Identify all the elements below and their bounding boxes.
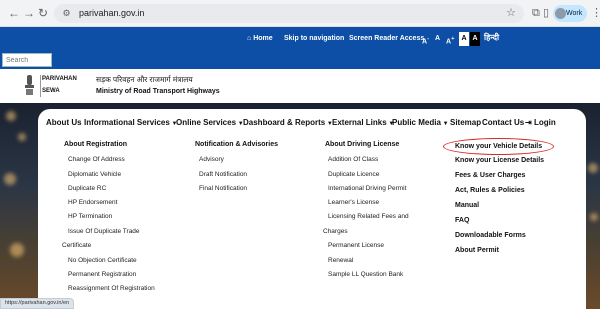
profile-label: Work: [566, 10, 583, 17]
forward-arrow-icon[interactable]: →: [23, 6, 35, 20]
nav-informational-services[interactable]: Informational Services ▼: [84, 117, 177, 130]
font-decrease-button[interactable]: A-: [422, 34, 429, 47]
list-item[interactable]: Advisory: [199, 155, 224, 164]
screen-reader-link[interactable]: Screen Reader Access: [349, 34, 424, 44]
contrast-light-button[interactable]: A: [459, 32, 469, 46]
login-icon: ⇥: [525, 118, 532, 127]
sewa-logo-text: SEWA: [42, 88, 60, 94]
back-arrow-icon[interactable]: ←: [8, 6, 20, 20]
contrast-dark-button[interactable]: A: [470, 32, 480, 46]
list-item[interactable]: Duplicate RC: [68, 184, 106, 193]
site-header: PARIVAHAN SEWA सड़क परिवहन और राजमार्ग म…: [0, 69, 600, 103]
home-link[interactable]: ⌂ Home: [247, 34, 273, 44]
fees-charges-link[interactable]: Fees & User Charges: [455, 171, 525, 181]
list-item[interactable]: Certificate: [62, 241, 91, 250]
act-rules-policies-link[interactable]: Act, Rules & Policies: [455, 186, 525, 196]
list-item[interactable]: Renewal: [328, 256, 353, 265]
avatar: [555, 8, 566, 19]
background-light: [6, 111, 16, 121]
driving-heading[interactable]: About Driving License: [325, 140, 399, 150]
list-item[interactable]: Final Notification: [199, 184, 247, 193]
utility-bar: ⌂ Home Skip to navigation Screen Reader …: [0, 27, 600, 52]
know-license-details-link[interactable]: Know your License Details: [455, 156, 544, 166]
registration-heading[interactable]: About Registration: [64, 140, 127, 150]
list-item[interactable]: Diplomatic Vehicle: [68, 170, 121, 179]
site-info-icon[interactable]: ⚙: [60, 7, 73, 20]
more-icon[interactable]: ⋮: [591, 6, 600, 20]
list-item[interactable]: Permanent License: [328, 241, 384, 250]
ministry-english-title: Ministry of Road Transport Highways: [96, 88, 220, 95]
list-item[interactable]: No Objection Certificate: [68, 256, 137, 265]
list-item[interactable]: Charges: [323, 227, 348, 236]
list-item[interactable]: International Driving Permit: [328, 184, 406, 193]
font-increase-button[interactable]: A+: [446, 34, 454, 47]
extensions-icon[interactable]: ⧉: [532, 6, 540, 20]
ministry-hindi-title: सड़क परिवहन और राजमार्ग मंत्रालय: [96, 75, 193, 84]
sidepanel-icon[interactable]: ▯: [543, 6, 549, 20]
nav-sitemap[interactable]: Sitemap: [450, 117, 481, 128]
reload-icon[interactable]: ↻: [38, 6, 48, 20]
manual-link[interactable]: Manual: [455, 201, 479, 211]
background-light: [18, 133, 26, 141]
parivahan-logo-text: PARIVAHAN: [42, 76, 77, 82]
list-item[interactable]: Sample LL Question Bank: [328, 270, 403, 279]
list-item[interactable]: Duplicate Licence: [328, 170, 379, 179]
main-navigation: About Us Informational Services ▼ Online…: [38, 113, 586, 131]
list-item[interactable]: Licensing Related Fees and: [328, 212, 409, 221]
address-bar[interactable]: ⚙ parivahan.gov.in ☆: [54, 4, 524, 23]
nav-contact-us[interactable]: Contact Us: [482, 117, 524, 128]
skip-navigation-link[interactable]: Skip to navigation: [284, 34, 344, 44]
url-text[interactable]: parivahan.gov.in: [79, 7, 144, 20]
national-emblem-icon: [25, 75, 34, 95]
highlight-circle: [443, 138, 554, 155]
list-item[interactable]: Change Of Address: [68, 155, 125, 164]
list-item[interactable]: Permanent Registration: [68, 270, 136, 279]
nav-public-media[interactable]: Public Media ▼: [392, 117, 449, 130]
font-normal-button[interactable]: A: [435, 34, 440, 44]
search-input[interactable]: [2, 53, 52, 67]
status-bar-url: https://parivahan.gov.in/en: [0, 298, 75, 309]
nav-external-links[interactable]: External Links ▼: [332, 117, 394, 130]
list-item[interactable]: Addition Of Class: [328, 155, 378, 164]
home-icon: ⌂: [247, 35, 252, 42]
notification-heading[interactable]: Notification & Advisories: [195, 140, 278, 150]
faq-link[interactable]: FAQ: [455, 216, 469, 226]
nav-about-us[interactable]: About Us: [46, 117, 82, 128]
background-light: [4, 173, 16, 185]
list-item[interactable]: HP Endorsement: [68, 198, 117, 207]
caret-down-icon: ▼: [440, 121, 449, 127]
background-light: [10, 243, 24, 257]
browser-toolbar: ← → ↻ ⚙ parivahan.gov.in ☆ ⧉ ▯ Work ⋮: [0, 0, 600, 27]
divider: [40, 75, 41, 97]
list-item[interactable]: Issue Of Duplicate Trade: [68, 227, 140, 236]
search-bar: [0, 52, 600, 69]
nav-dashboard-reports[interactable]: Dashboard & Reports ▼: [243, 117, 333, 130]
list-item[interactable]: Learner's License: [328, 198, 379, 207]
nav-online-services[interactable]: Online Services ▼: [176, 117, 244, 130]
about-permit-link[interactable]: About Permit: [455, 246, 499, 256]
list-item[interactable]: HP Termination: [68, 212, 112, 221]
downloadable-forms-link[interactable]: Downloadable Forms: [455, 231, 526, 241]
list-item[interactable]: Draft Notification: [199, 170, 247, 179]
background-light: [588, 163, 598, 173]
hindi-language-link[interactable]: हिन्दी: [484, 33, 499, 43]
nav-login[interactable]: ⇥ Login: [525, 117, 556, 128]
star-icon[interactable]: ☆: [506, 6, 516, 19]
list-item[interactable]: Reassignment Of Registration: [68, 284, 155, 293]
profile-button[interactable]: Work: [553, 5, 587, 22]
background-light: [590, 213, 598, 221]
